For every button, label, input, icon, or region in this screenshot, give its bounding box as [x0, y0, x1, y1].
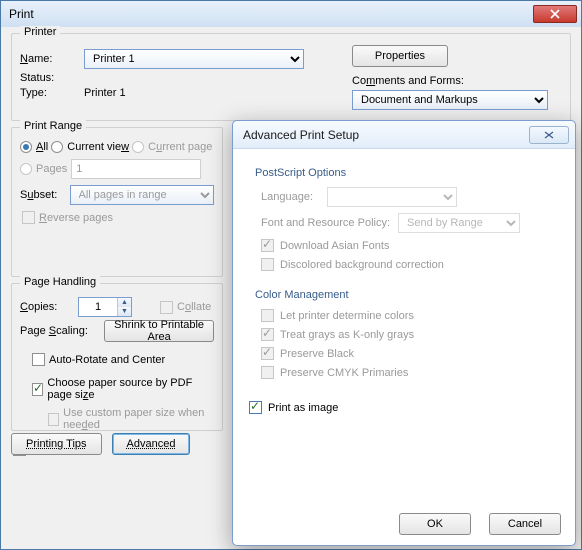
range-current-view-radio[interactable]: Current view [51, 141, 129, 153]
comments-forms-select[interactable]: Document and Markups [352, 90, 548, 110]
printer-name-label: Name: [20, 53, 78, 65]
printer-name-select[interactable]: Printer 1 [84, 49, 304, 69]
language-label: Language: [261, 191, 321, 203]
printer-type-label: Type: [20, 87, 78, 99]
use-custom-label: Use custom paper size when needed [63, 407, 214, 431]
reverse-pages-label: Reverse pages [39, 212, 113, 224]
treat-grays-checkbox [261, 328, 274, 341]
let-printer-label: Let printer determine colors [280, 310, 414, 322]
range-pages-input [71, 159, 201, 179]
window-title: Print [9, 7, 34, 21]
subset-label: Subset: [20, 189, 64, 201]
close-icon [541, 131, 557, 139]
discolored-bg-checkbox [261, 258, 274, 271]
range-all-label: All [36, 141, 48, 153]
ok-button[interactable]: OK [399, 513, 471, 535]
page-scaling-label: Page Scaling: [20, 325, 98, 337]
preserve-black-label: Preserve Black [280, 348, 354, 360]
advanced-print-setup-dialog: Advanced Print Setup PostScript Options … [232, 120, 576, 546]
print-as-image-checkbox[interactable] [249, 401, 262, 414]
radio-icon [20, 163, 32, 175]
reverse-pages-checkbox [22, 211, 35, 224]
use-custom-checkbox [48, 413, 59, 426]
range-all-radio[interactable]: All [20, 141, 48, 153]
range-current-page-label: Current page [148, 141, 212, 153]
preserve-black-checkbox [261, 347, 274, 360]
collate-label: Collate [177, 301, 211, 313]
choose-paper-checkbox[interactable] [32, 383, 43, 396]
print-range-group: Print Range All Current view Current pag… [11, 127, 223, 277]
titlebar: Print [1, 1, 581, 27]
window-close-button[interactable] [533, 5, 577, 23]
choose-paper-label: Choose paper source by PDF page size [47, 377, 214, 401]
collate-checkbox: Collate [160, 301, 211, 314]
properties-button[interactable]: Properties [352, 45, 448, 67]
subset-select[interactable]: All pages in range [70, 185, 214, 205]
print-as-image-label: Print as image [268, 402, 338, 414]
font-policy-select: Send by Range [398, 213, 520, 233]
language-select [327, 187, 457, 207]
advanced-button[interactable]: Advanced [112, 433, 191, 455]
page-handling-group: Page Handling Copies: ▲▼ Collate Page Sc… [11, 283, 223, 431]
copies-input[interactable] [79, 298, 117, 316]
page-scaling-select[interactable]: Shrink to Printable Area [104, 320, 214, 342]
preserve-cmyk-checkbox [261, 366, 274, 379]
range-pages-label: Pages [36, 163, 67, 175]
download-asian-label: Download Asian Fonts [280, 240, 389, 252]
font-policy-label: Font and Resource Policy: [261, 217, 390, 229]
printing-tips-button[interactable]: Printing Tips [11, 433, 102, 455]
discolored-bg-label: Discolored background correction [280, 259, 444, 271]
let-printer-checkbox [261, 309, 274, 322]
printer-group: Printer Name: Printer 1 Status: Type: Pr… [11, 33, 571, 121]
chevron-down-icon[interactable]: ▼ [118, 307, 131, 316]
comments-forms-label: Comments and Forms: [352, 75, 464, 87]
copies-spinner[interactable]: ▲▼ [78, 297, 132, 317]
download-asian-checkbox [261, 239, 274, 252]
chevron-up-icon[interactable]: ▲ [118, 298, 131, 307]
treat-grays-label: Treat grays as K-only grays [280, 329, 414, 341]
postscript-options-heading: PostScript Options [255, 167, 561, 179]
cancel-button[interactable]: Cancel [489, 513, 561, 535]
copies-label: Copies: [20, 301, 72, 313]
radio-icon [20, 141, 32, 153]
range-current-view-label: Current view [67, 141, 129, 153]
print-range-legend: Print Range [20, 120, 86, 132]
printer-legend: Printer [20, 26, 60, 38]
auto-rotate-label: Auto-Rotate and Center [49, 354, 165, 366]
close-icon [550, 9, 560, 19]
page-handling-legend: Page Handling [20, 276, 100, 288]
color-management-heading: Color Management [255, 289, 561, 301]
dialog-title: Advanced Print Setup [243, 128, 359, 142]
radio-icon [132, 141, 144, 153]
radio-icon [51, 141, 63, 153]
checkbox-icon [160, 301, 173, 314]
range-current-page-radio: Current page [132, 141, 212, 153]
dialog-close-button[interactable] [529, 126, 569, 144]
printer-status-label: Status: [20, 72, 78, 84]
dialog-titlebar: Advanced Print Setup [233, 121, 575, 149]
preserve-cmyk-label: Preserve CMYK Primaries [280, 367, 408, 379]
printer-type-value: Printer 1 [84, 87, 126, 99]
auto-rotate-checkbox[interactable] [32, 353, 45, 366]
range-pages-radio: Pages [20, 159, 201, 179]
